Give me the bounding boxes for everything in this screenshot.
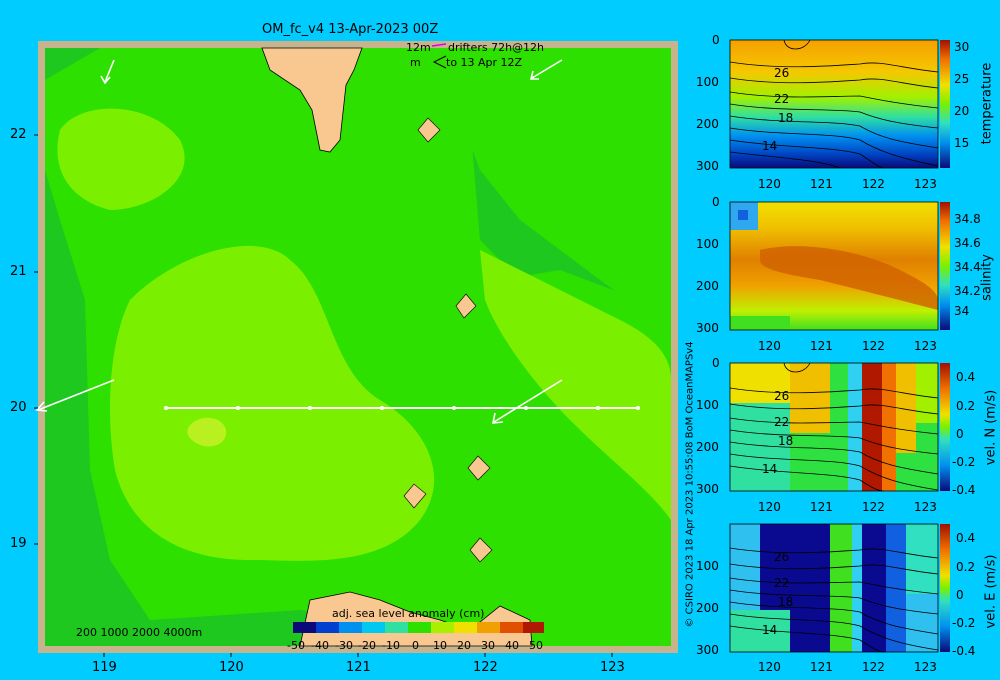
lon-tick: 123: [914, 660, 937, 674]
lon-tick: 120: [758, 177, 781, 191]
lon-tick: 122: [473, 660, 498, 675]
cbar-tick: 0: [956, 588, 964, 602]
contour-label: 18: [778, 595, 794, 609]
lon-tick: 121: [810, 500, 833, 514]
cbar-tick: 0.4: [956, 531, 976, 545]
copyright-text: © CSIRO 2023 18 Apr 2023 10:55:08 BoM Oc…: [684, 341, 696, 628]
lon-tick: 122: [862, 660, 885, 674]
contour-label: 14: [762, 462, 778, 476]
cbar-tick: 0: [956, 427, 964, 441]
lon-tick: 119: [92, 660, 117, 675]
ssha-colorbar: [293, 622, 544, 633]
cbar-tick: 34.4: [954, 260, 981, 274]
map-graphics: [34, 39, 950, 657]
colorbar-tick: 30: [481, 639, 495, 652]
cbar-tick: -0.4: [952, 483, 976, 497]
colorbar-tick: 0: [412, 639, 419, 652]
lon-tick: 122: [862, 339, 885, 353]
panel-ylabel: salinity: [979, 254, 995, 301]
contour-label: 22: [774, 415, 790, 429]
panel-ylabel: vel. N (m/s): [983, 389, 999, 466]
colorbar-tick: 50: [529, 639, 543, 652]
depth-tick: 0: [712, 195, 720, 209]
drifter-legend-time: to 13 Apr 12Z: [446, 56, 523, 69]
cbar-tick: 0.2: [956, 399, 976, 413]
lon-tick: 123: [914, 500, 937, 514]
lat-tick: 20: [10, 400, 27, 415]
colorbar-tick: -50: [287, 639, 305, 652]
cbar-tick: 34.6: [954, 236, 981, 250]
depth-tick: 0: [712, 33, 720, 47]
lat-tick: 21: [10, 264, 27, 279]
contour-label: 14: [762, 623, 778, 637]
colorbar-tick: 10: [433, 639, 447, 652]
contour-label: 26: [774, 550, 790, 564]
cbar-tick: 0.4: [956, 370, 976, 384]
cbar-tick: 34.8: [954, 212, 981, 226]
panel-ylabel: vel. E (m/s): [983, 554, 999, 629]
cbar-tick: 0.2: [956, 560, 976, 574]
lon-tick: 121: [346, 660, 371, 675]
lon-tick: 120: [219, 660, 244, 675]
colorbar-tick: -40: [311, 639, 329, 652]
depth-tick: 300: [696, 321, 719, 335]
cbar-tick: 34: [954, 304, 970, 318]
lon-tick: 123: [914, 177, 937, 191]
depth-tick: 100: [696, 559, 719, 573]
depth-tick: 300: [696, 159, 719, 173]
depth-tick: 200: [696, 440, 719, 454]
lon-tick: 121: [810, 177, 833, 191]
depth-legend: 200 1000 2000 4000m: [76, 626, 203, 639]
colorbar-tick: 40: [505, 639, 519, 652]
depth-tick: 200: [696, 601, 719, 615]
lon-tick: 122: [862, 177, 885, 191]
contour-label: 18: [778, 434, 794, 448]
lon-tick: 120: [758, 339, 781, 353]
depth-tick: 100: [696, 75, 719, 89]
lon-tick: 120: [758, 660, 781, 674]
drifter-legend-m: m: [410, 56, 421, 69]
drifter-legend-label: drifters 72h@12h: [448, 41, 545, 54]
lon-tick: 121: [810, 660, 833, 674]
lon-tick: 123: [600, 660, 625, 675]
contour-label: 14: [762, 139, 778, 153]
cbar-tick: 34.2: [954, 284, 981, 298]
cbar-tick: 25: [954, 72, 970, 86]
lon-tick: 120: [758, 500, 781, 514]
colorbar-tick: -10: [382, 639, 400, 652]
cbar-tick: -0.2: [952, 616, 976, 630]
panel-ylabel: temperature: [979, 62, 995, 145]
colorbar-title: adj. sea level anomaly (cm): [332, 607, 485, 620]
lat-tick: 19: [10, 536, 27, 551]
depth-tick: 200: [696, 279, 719, 293]
cbar-tick: 30: [954, 40, 970, 54]
cbar-tick: 20: [954, 104, 970, 118]
contour-label: 22: [774, 576, 790, 590]
depth-tick: 200: [696, 117, 719, 131]
colorbar-tick: -20: [358, 639, 376, 652]
lon-tick: 122: [862, 500, 885, 514]
cbar-tick: -0.4: [952, 644, 976, 658]
depth-tick: 0: [712, 356, 720, 370]
contour-label: 22: [774, 92, 790, 106]
contour-label: 26: [774, 66, 790, 80]
panel-salinity: [729, 201, 950, 331]
lon-tick: 123: [914, 339, 937, 353]
depth-tick: 100: [696, 398, 719, 412]
depth-tick: 100: [696, 237, 719, 251]
cbar-tick: 15: [954, 136, 970, 150]
drifter-legend-depth: 12m: [406, 41, 431, 54]
colorbar-tick: 20: [457, 639, 471, 652]
cbar-tick: -0.2: [952, 455, 976, 469]
lon-tick: 121: [810, 339, 833, 353]
depth-tick: 300: [696, 482, 719, 496]
contour-label: 26: [774, 389, 790, 403]
lat-tick: 22: [10, 127, 27, 142]
depth-tick: 300: [696, 643, 719, 657]
colorbar-tick: -30: [335, 639, 353, 652]
contour-label: 18: [778, 111, 794, 125]
